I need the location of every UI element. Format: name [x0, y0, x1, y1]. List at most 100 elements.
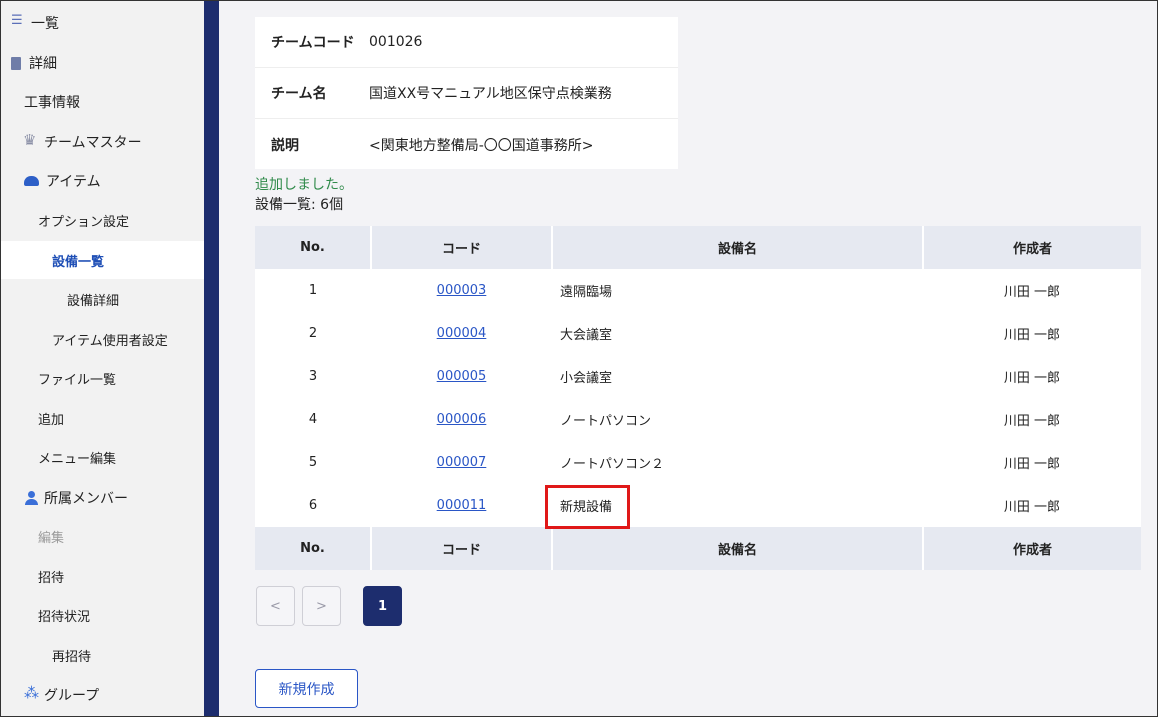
- column-footer-author: 作成者: [923, 527, 1141, 570]
- column-header-name[interactable]: 設備名: [552, 226, 924, 269]
- sidebar-item-label: 再招待: [52, 649, 92, 665]
- row-code-cell: 000006: [371, 398, 552, 441]
- sidebar-item-item-user-settings[interactable]: アイテム使用者設定: [1, 320, 204, 358]
- column-footer-no: No.: [255, 527, 372, 570]
- sidebar-item-menu-edit[interactable]: メニュー編集: [1, 438, 204, 476]
- pager-next-button[interactable]: >: [302, 586, 341, 626]
- row-no: 5: [255, 441, 371, 484]
- sidebar-item-equipment-detail[interactable]: 設備詳細: [1, 280, 204, 318]
- row-author: 川田 一郎: [923, 484, 1141, 527]
- column-footer-name: 設備名: [552, 527, 924, 570]
- row-author: 川田 一郎: [923, 269, 1141, 312]
- sidebar-item-detail[interactable]: 詳細: [1, 44, 204, 82]
- team-description-row: 説明 <関東地方整備局-〇〇国道事務所>: [255, 119, 678, 170]
- column-header-code[interactable]: コード: [371, 226, 553, 269]
- team-code-value: 001026: [369, 34, 423, 50]
- sidebar-item-invite-status[interactable]: 招待状況: [1, 596, 204, 634]
- sidebar-item-label: 一覧: [31, 16, 59, 32]
- sidebar-item-items[interactable]: アイテム: [1, 162, 204, 200]
- sidebar-item-construction-info[interactable]: 工事情報: [1, 83, 204, 121]
- table-row: 1 000003 遠隔臨場 川田 一郎: [255, 269, 1141, 312]
- equipment-code-link[interactable]: 000005: [437, 369, 487, 384]
- sidebar-item-add[interactable]: 追加: [1, 399, 204, 437]
- equipment-code-link[interactable]: 000006: [437, 412, 487, 427]
- sidebar-item-label: チームマスター: [44, 135, 142, 151]
- team-name-value: 国道XX号マニュアル地区保守点検業務: [369, 86, 612, 102]
- sidebar-item-equipment-list[interactable]: 設備一覧: [1, 241, 204, 279]
- sidebar-item-label: 招待状況: [38, 609, 91, 625]
- row-name: 大会議室: [552, 312, 923, 355]
- row-author: 川田 一郎: [923, 398, 1141, 441]
- row-name: 遠隔臨場: [552, 269, 923, 312]
- sidebar-item-label: 詳細: [29, 56, 57, 72]
- row-code-cell: 000004: [371, 312, 552, 355]
- sidebar-item-members[interactable]: 所属メンバー: [1, 479, 204, 517]
- sidebar-item-label: ファイル一覧: [38, 372, 117, 388]
- new-create-button[interactable]: 新規作成: [255, 669, 358, 708]
- sidebar-item-invite[interactable]: 招待: [1, 557, 204, 595]
- sidebar-item-label: オプション設定: [38, 214, 130, 230]
- row-no: 2: [255, 312, 371, 355]
- table-row: 3 000005 小会議室 川田 一郎: [255, 355, 1141, 398]
- success-message: 追加しました。: [255, 177, 353, 193]
- row-code-cell: 000003: [371, 269, 552, 312]
- sidebar-item-list[interactable]: 一覧: [1, 4, 204, 42]
- table-row: 6 000011 新規設備 川田 一郎: [255, 484, 1141, 527]
- sidebar-item-option-settings[interactable]: オプション設定: [1, 201, 204, 239]
- equipment-table: No. コード 設備名 作成者 1 000003 遠隔臨場 川田 一郎 2 00…: [255, 226, 1141, 570]
- sidebar-item-label: 所属メンバー: [44, 491, 128, 507]
- main-content: チームコード 001026 チーム名 国道XX号マニュアル地区保守点検業務 説明…: [219, 1, 1157, 716]
- document-icon: [11, 56, 21, 70]
- sidebar-item-label: アイテム使用者設定: [52, 333, 168, 349]
- list-icon: [11, 13, 25, 30]
- sidebar-item-label: メニュー編集: [38, 451, 117, 467]
- sidebar-item-team-master[interactable]: チームマスター: [1, 123, 204, 161]
- sidebar-item-label: 工事情報: [24, 95, 80, 111]
- sidebar-item-label: 設備詳細: [67, 293, 120, 309]
- sidebar-item-file-list[interactable]: ファイル一覧: [1, 359, 204, 397]
- sidebar-divider: [204, 1, 219, 716]
- team-name-row: チーム名 国道XX号マニュアル地区保守点検業務: [255, 68, 678, 119]
- column-footer-code: コード: [371, 527, 553, 570]
- table-footer-row: No. コード 設備名 作成者: [255, 527, 1141, 570]
- column-header-author[interactable]: 作成者: [923, 226, 1141, 269]
- row-code-cell: 000011: [371, 484, 552, 527]
- item-icon: [24, 176, 39, 186]
- table-row: 5 000007 ノートパソコン２ 川田 一郎: [255, 441, 1141, 484]
- team-code-label: チームコード: [271, 35, 355, 51]
- row-name: ノートパソコン２: [552, 441, 923, 484]
- sidebar-item-edit[interactable]: 編集: [1, 517, 204, 555]
- sidebar-item-label: 編集: [38, 530, 65, 546]
- user-icon: [24, 491, 38, 505]
- row-code-cell: 000007: [371, 441, 552, 484]
- row-no: 4: [255, 398, 371, 441]
- equipment-code-link[interactable]: 000003: [437, 283, 487, 298]
- row-name: 小会議室: [552, 355, 923, 398]
- team-name-label: チーム名: [271, 86, 327, 102]
- pager-page-1[interactable]: 1: [363, 586, 402, 626]
- sidebar: 一覧 詳細 工事情報 チームマスター アイテム オプション設定 設備一覧 設備詳…: [1, 1, 204, 716]
- sidebar-item-label: グループ: [44, 688, 100, 704]
- table-row: 2 000004 大会議室 川田 一郎: [255, 312, 1141, 355]
- row-name: 新規設備: [552, 484, 923, 527]
- team-info-card: チームコード 001026 チーム名 国道XX号マニュアル地区保守点検業務 説明…: [255, 17, 678, 169]
- team-description-value: <関東地方整備局-〇〇国道事務所>: [369, 137, 594, 154]
- row-author: 川田 一郎: [923, 441, 1141, 484]
- sidebar-item-label: 追加: [38, 412, 65, 428]
- sidebar-item-group[interactable]: グループ: [1, 676, 204, 714]
- sidebar-item-label: アイテム: [46, 174, 101, 190]
- team-description-label: 説明: [271, 137, 299, 154]
- table-header-row: No. コード 設備名 作成者: [255, 226, 1141, 269]
- crown-icon: [23, 131, 38, 149]
- equipment-code-link[interactable]: 000011: [437, 498, 487, 513]
- sidebar-item-reinvite[interactable]: 再招待: [1, 636, 204, 674]
- pager-prev-button[interactable]: <: [256, 586, 295, 626]
- group-icon: [24, 684, 39, 702]
- equipment-code-link[interactable]: 000004: [437, 326, 487, 341]
- table-row: 4 000006 ノートパソコン 川田 一郎: [255, 398, 1141, 441]
- row-no: 6: [255, 484, 371, 527]
- row-author: 川田 一郎: [923, 312, 1141, 355]
- column-header-no[interactable]: No.: [255, 226, 372, 269]
- equipment-code-link[interactable]: 000007: [437, 455, 487, 470]
- row-name: ノートパソコン: [552, 398, 923, 441]
